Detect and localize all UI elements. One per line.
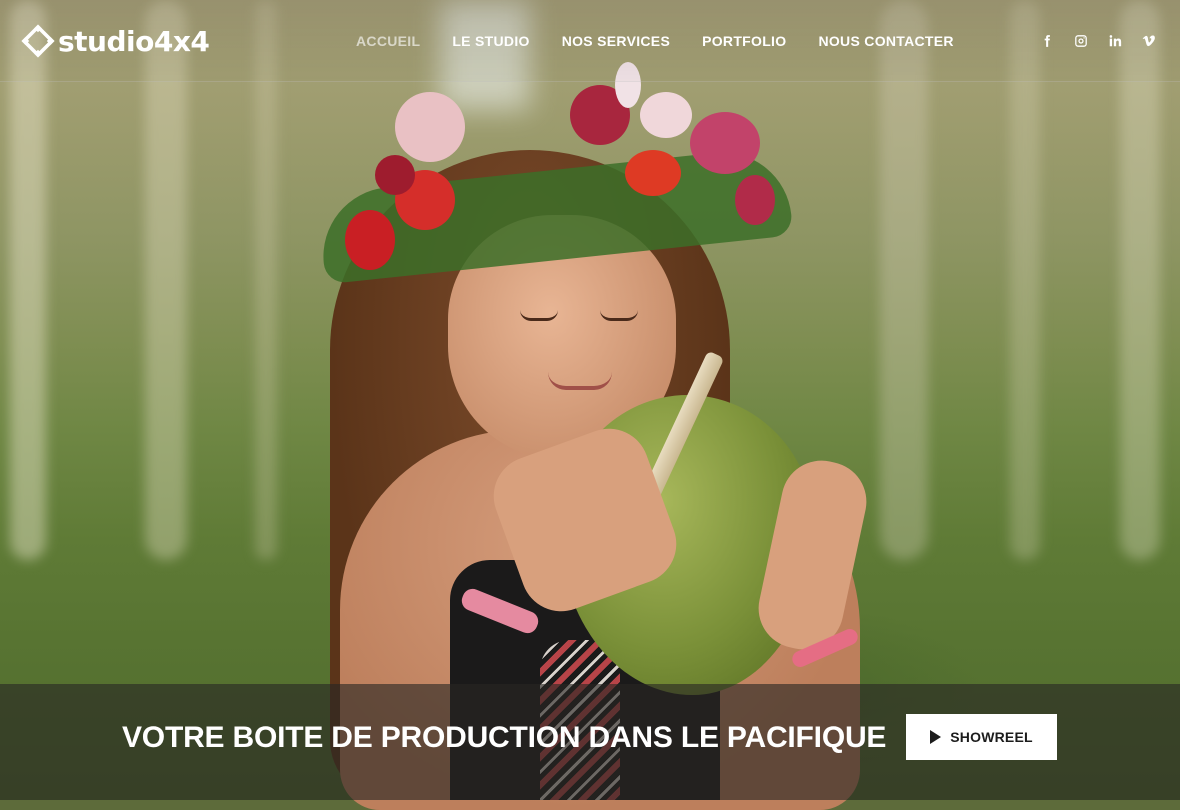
showreel-button-label: SHOWREEL bbox=[950, 729, 1033, 745]
linkedin-icon[interactable] bbox=[1106, 32, 1124, 50]
site-logo[interactable]: studio4x4 bbox=[20, 21, 210, 61]
main-nav: ACCUEIL LE STUDIO NOS SERVICES PORTFOLIO… bbox=[340, 0, 970, 81]
facebook-icon[interactable] bbox=[1038, 32, 1056, 50]
play-icon bbox=[930, 730, 942, 744]
nav-item-accueil[interactable]: ACCUEIL bbox=[340, 33, 436, 49]
instagram-icon[interactable] bbox=[1072, 32, 1090, 50]
vimeo-icon[interactable] bbox=[1140, 32, 1158, 50]
social-links bbox=[1030, 0, 1166, 81]
hero-background-image bbox=[0, 0, 1180, 810]
nav-item-le-studio[interactable]: LE STUDIO bbox=[436, 33, 545, 49]
nav-item-portfolio[interactable]: PORTFOLIO bbox=[686, 33, 802, 49]
nav-item-nous-contacter[interactable]: NOUS CONTACTER bbox=[802, 33, 969, 49]
showreel-button[interactable]: SHOWREEL bbox=[906, 714, 1057, 760]
logo-text: studio4x4 bbox=[58, 24, 210, 58]
hero-tagline: VOTRE BOITE DE PRODUCTION DANS LE PACIFI… bbox=[122, 721, 887, 754]
logo-mark-icon bbox=[21, 24, 55, 58]
site-header: studio4x4 ACCUEIL LE STUDIO NOS SERVICES… bbox=[0, 0, 1180, 82]
nav-item-nos-services[interactable]: NOS SERVICES bbox=[546, 33, 686, 49]
